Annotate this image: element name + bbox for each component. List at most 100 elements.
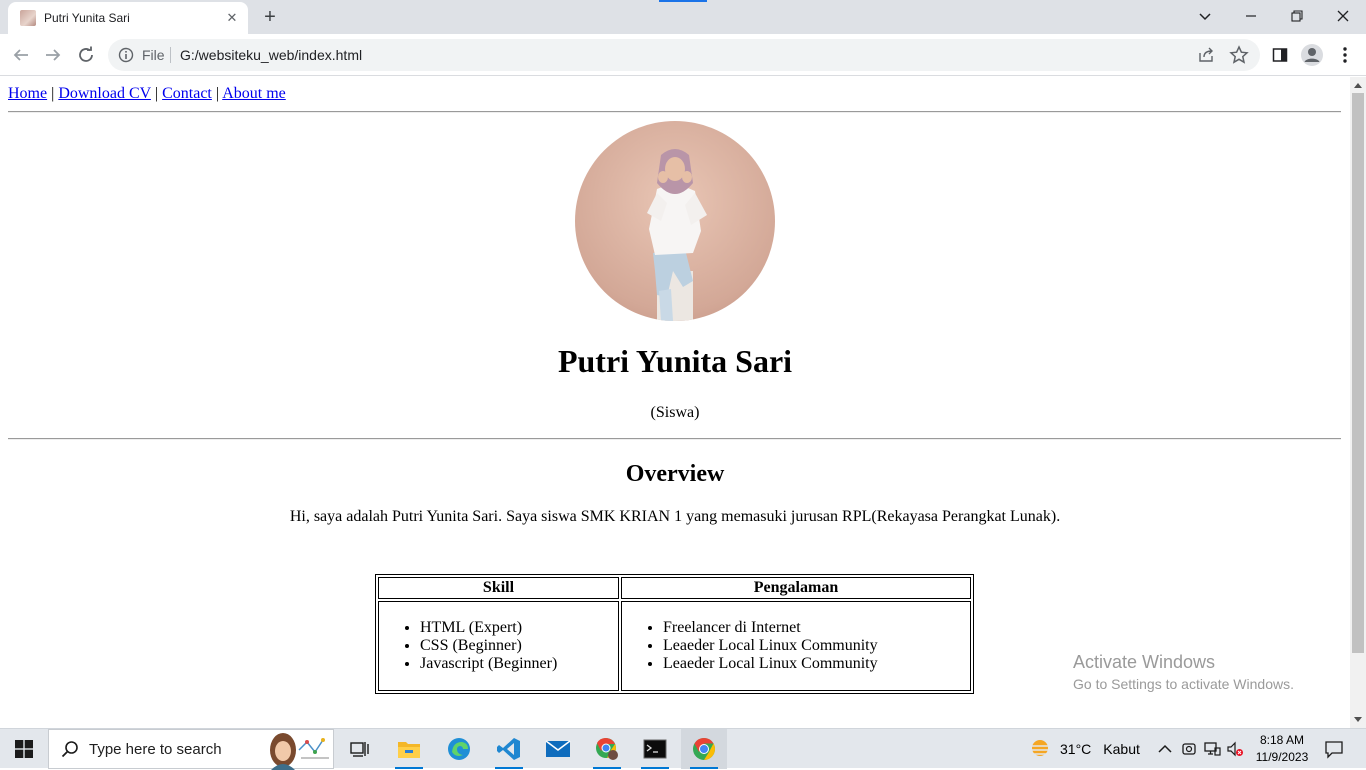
forward-button[interactable]: [39, 41, 67, 69]
chrome-icon: [596, 737, 618, 760]
tab-strip-accent: [659, 0, 707, 2]
nav-separator: |: [154, 85, 159, 102]
weather-temperature: 31°C: [1060, 741, 1092, 757]
mail-icon: [545, 740, 571, 757]
start-button[interactable]: [0, 729, 48, 769]
list-item: Javascript (Beginner): [420, 655, 617, 673]
list-item: CSS (Beginner): [420, 637, 617, 655]
nav-link-home[interactable]: Home: [8, 85, 47, 102]
watermark-subtitle: Go to Settings to activate Windows.: [1073, 676, 1294, 692]
address-separator: [170, 47, 171, 63]
running-indicator: [495, 767, 523, 769]
browser-toolbar: File G:/websiteku_web/index.html: [0, 34, 1366, 76]
search-placeholder: Type here to search: [89, 740, 222, 758]
skill-cell: HTML (Expert) CSS (Beginner) Javascript …: [378, 601, 619, 691]
profile-role: (Siswa): [650, 404, 700, 421]
scroll-down-arrow-icon[interactable]: [1350, 712, 1366, 728]
profile-name: Putri Yunita Sari: [557, 343, 793, 379]
overview-heading: Overview: [625, 461, 725, 487]
terminal-icon: [643, 739, 667, 759]
taskbar-clock[interactable]: 8:18 AM 11/9/2023: [1246, 732, 1318, 766]
list-item: Leaeder Local Linux Community: [663, 655, 969, 673]
address-bar[interactable]: File G:/websiteku_web/index.html: [108, 39, 1260, 71]
page-viewport: Home | Download CV | Contact | About me: [0, 77, 1350, 728]
taskbar-vscode[interactable]: [486, 729, 532, 769]
table-header-skill: Skill: [378, 577, 619, 599]
overview-paragraph: Hi, saya adalah Putri Yunita Sari. Saya …: [289, 508, 1061, 525]
camera-icon[interactable]: [1180, 740, 1198, 758]
tab-search-chevron-down-icon[interactable]: [1182, 0, 1228, 32]
running-indicator: [641, 767, 669, 769]
reload-icon: [79, 46, 93, 62]
nav-separator: |: [215, 85, 220, 102]
taskbar-chrome-profile[interactable]: [584, 729, 630, 769]
bookmark-star-icon[interactable]: [1229, 45, 1249, 65]
nav-link-contact[interactable]: Contact: [162, 85, 212, 102]
info-icon[interactable]: [118, 47, 134, 63]
vertical-scrollbar[interactable]: [1350, 77, 1366, 728]
menu-button[interactable]: [1331, 41, 1359, 69]
more-vert-icon: [1343, 47, 1347, 63]
task-view-icon: [350, 742, 369, 757]
volume-muted-icon[interactable]: [1226, 740, 1244, 758]
nav-separator: |: [51, 85, 55, 102]
nav-link-about[interactable]: About me: [222, 85, 286, 102]
profile-photo: [575, 121, 775, 321]
scrollbar-thumb[interactable]: [1352, 93, 1364, 653]
forward-arrow-icon: [46, 49, 61, 61]
clock-time: 8:18 AM: [1259, 733, 1305, 747]
profile-avatar-icon: [1301, 44, 1323, 66]
side-panel-icon: [1272, 48, 1288, 62]
chevron-up-icon[interactable]: [1156, 740, 1174, 758]
task-view-button[interactable]: [337, 729, 383, 769]
running-indicator: [690, 767, 718, 769]
chrome-icon: [693, 738, 715, 760]
share-icon[interactable]: [1198, 47, 1214, 63]
nav-link-download-cv[interactable]: Download CV: [58, 85, 151, 102]
table-header-experience: Pengalaman: [621, 577, 971, 599]
taskbar-edge[interactable]: [436, 729, 482, 769]
activate-windows-watermark: Activate Windows Go to Settings to activ…: [1073, 651, 1294, 694]
clock-date: 11/9/2023: [1255, 750, 1309, 764]
taskbar-chrome[interactable]: [681, 729, 727, 769]
experience-list: Freelancer di Internet Leaeder Local Lin…: [623, 619, 969, 673]
top-nav: Home | Download CV | Contact | About me: [8, 85, 286, 103]
back-arrow-icon: [13, 49, 28, 61]
windows-logo-icon: [15, 740, 33, 758]
address-url[interactable]: G:/websiteku_web/index.html: [180, 47, 362, 63]
running-indicator: [593, 767, 621, 769]
divider-middle: [8, 438, 1341, 440]
edge-browser-icon: [448, 738, 470, 760]
skill-list: HTML (Expert) CSS (Beginner) Javascript …: [380, 619, 617, 673]
side-panel-button[interactable]: [1266, 41, 1294, 69]
taskbar-search-box[interactable]: Type here to search: [48, 729, 334, 770]
tab-close-icon[interactable]: ✕: [224, 10, 240, 26]
profile-button[interactable]: [1298, 41, 1326, 69]
tab-favicon-icon: [20, 10, 36, 26]
reload-button[interactable]: [72, 41, 100, 69]
address-scheme-label: File: [142, 47, 165, 63]
search-highlight-illustration-icon: [270, 733, 329, 770]
notification-icon[interactable]: [1324, 739, 1344, 759]
weather-widget[interactable]: 31°C Kabut: [1028, 729, 1140, 769]
scroll-up-arrow-icon[interactable]: [1350, 77, 1366, 93]
list-item: Freelancer di Internet: [663, 619, 969, 637]
tab-title: Putri Yunita Sari: [44, 11, 130, 25]
browser-tab[interactable]: Putri Yunita Sari ✕: [8, 2, 248, 34]
table-header-row: Skill Pengalaman: [378, 577, 971, 599]
new-tab-button[interactable]: +: [258, 5, 282, 29]
list-item: HTML (Expert): [420, 619, 617, 637]
back-button[interactable]: [7, 41, 35, 69]
experience-cell: Freelancer di Internet Leaeder Local Lin…: [621, 601, 971, 691]
running-indicator: [395, 767, 423, 769]
taskbar-terminal[interactable]: [632, 729, 678, 769]
vscode-icon: [497, 738, 520, 760]
taskbar-file-explorer[interactable]: [386, 729, 432, 769]
list-item: Leaeder Local Linux Community: [663, 637, 969, 655]
minimize-button[interactable]: [1228, 0, 1274, 32]
taskbar-mail[interactable]: [535, 729, 581, 769]
network-icon[interactable]: [1203, 740, 1221, 758]
close-window-button[interactable]: [1320, 0, 1366, 32]
folder-icon: [398, 742, 420, 758]
restore-button[interactable]: [1274, 0, 1320, 32]
